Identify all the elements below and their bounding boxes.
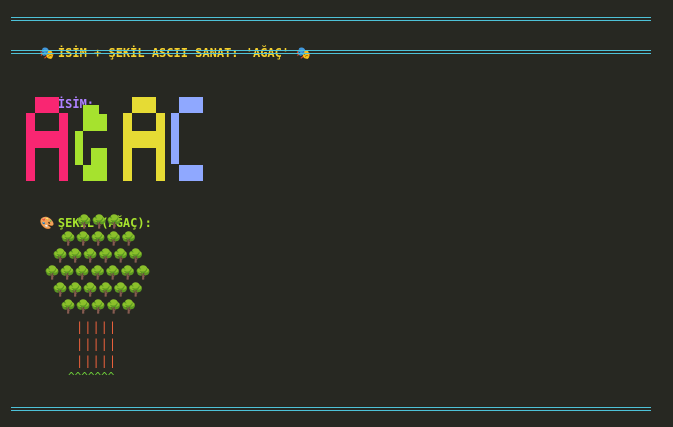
canopy-row: 🌳🌳🌳🌳🌳 — [60, 300, 137, 315]
terminal-window: 🎭İSİM + ŞEKİL ASCII SANAT: 'AĞAÇ' 🎭 📝İSİ… — [0, 0, 673, 427]
letter-g-green-breve — [83, 105, 99, 114]
letter-a-yellow-left — [123, 113, 132, 181]
letter-a-pink-bar — [35, 131, 59, 148]
palette-icon: 🎨 — [39, 216, 55, 230]
ground-row: ^^^^^^^ — [68, 370, 115, 383]
letter-g-green-mid — [91, 148, 107, 165]
letter-g-green-left — [75, 131, 83, 165]
letter-a-pink-right — [59, 113, 68, 181]
letter-c-blue-bottom — [179, 165, 203, 181]
header-bottom-rule — [11, 50, 651, 54]
letter-g-green — [75, 97, 109, 183]
canopy-row: 🌳🌳🌳🌳🌳🌳 — [52, 249, 144, 264]
letter-c-blue-left — [171, 113, 179, 164]
trunk-row: ||||| — [76, 354, 118, 368]
block-letter-word — [26, 97, 206, 183]
header-top-rule — [11, 17, 651, 21]
letter-g-green-bottom — [83, 165, 107, 181]
footer-rule — [11, 407, 651, 411]
trunk-row: ||||| — [76, 337, 118, 351]
letter-a-yellow-bar — [132, 131, 156, 148]
letter-a-pink — [26, 97, 68, 183]
canopy-row: 🌳🌳🌳 — [76, 215, 123, 230]
letter-a-yellow-top — [132, 97, 156, 113]
canopy-row: 🌳🌳🌳🌳🌳🌳🌳 — [44, 266, 151, 281]
letter-a-yellow-right — [156, 113, 165, 181]
canopy-row: 🌳🌳🌳🌳🌳 — [60, 232, 137, 247]
letter-c-blue-top — [179, 97, 203, 113]
letter-g-green-top — [83, 114, 107, 131]
canopy-row: 🌳🌳🌳🌳🌳🌳 — [52, 283, 144, 298]
letter-a-pink-top — [35, 97, 59, 113]
trunk-row: ||||| — [76, 320, 118, 334]
letter-a-yellow — [123, 97, 165, 183]
letter-a-pink-left — [26, 113, 35, 181]
letter-c-blue — [171, 97, 205, 183]
